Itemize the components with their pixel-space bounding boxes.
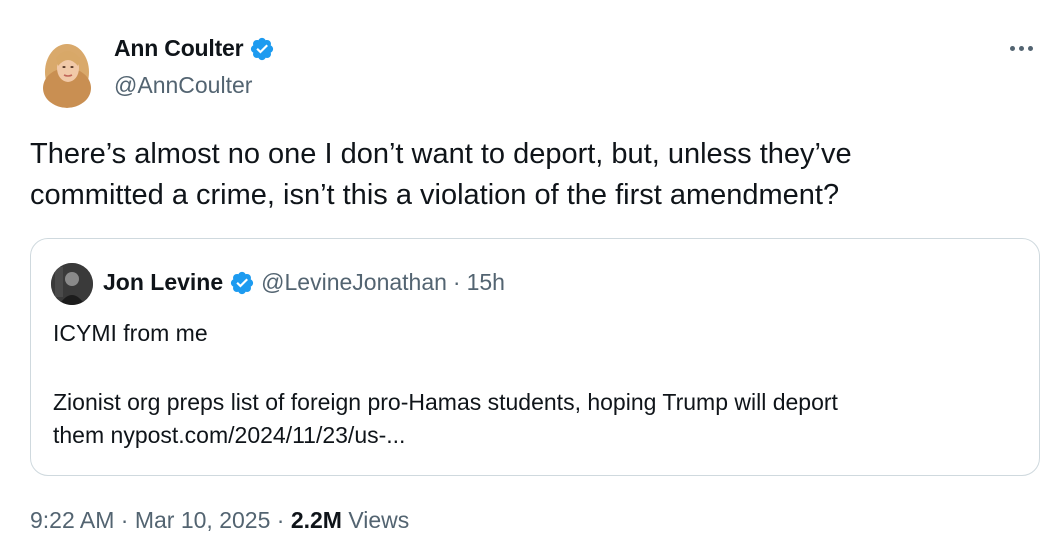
tweet: Ann Coulter @AnnCoulter There’s almost n…	[0, 0, 1064, 556]
views-count[interactable]: 2.2M	[291, 507, 342, 533]
separator-dot: ·	[120, 507, 129, 533]
quoted-text-prefix: them	[53, 422, 105, 448]
tweet-text-line-1: There’s almost no one I don’t want to de…	[30, 138, 852, 170]
tweet-meta: 9:22 AM · Mar 10, 2025 · 2.2M Views	[30, 507, 409, 534]
quoted-tweet-time[interactable]: 15h	[467, 269, 505, 296]
views-label: Views	[348, 507, 410, 533]
author-name-row[interactable]: Ann Coulter	[114, 35, 275, 62]
quoted-text-line-3: them nypost.com/2024/11/23/us-...	[53, 419, 1013, 452]
verified-badge-icon	[251, 37, 274, 60]
quoted-tweet-text: ICYMI from me Zionist org preps list of …	[53, 317, 1013, 452]
quoted-author-name[interactable]: Jon Levine	[103, 269, 223, 296]
separator-dot: ·	[276, 507, 285, 533]
separator-dot: ·	[452, 269, 461, 295]
quoted-text-line-1: ICYMI from me	[53, 320, 208, 346]
quoted-tweet-header: Jon Levine @LevineJonathan · 15h	[103, 269, 505, 296]
tweet-text-line-2: committed a crime, isn’t this a violatio…	[30, 179, 840, 211]
tweet-date[interactable]: Mar 10, 2025	[135, 507, 271, 533]
tweet-text: There’s almost no one I don’t want to de…	[30, 134, 1030, 216]
quoted-author-handle[interactable]: @LevineJonathan	[261, 269, 447, 296]
quoted-author-avatar[interactable]	[51, 263, 93, 305]
quoted-text-line-2: Zionist org preps list of foreign pro-Ha…	[53, 389, 838, 415]
author-name[interactable]: Ann Coulter	[114, 35, 244, 62]
verified-badge-icon	[231, 271, 254, 294]
author-avatar[interactable]	[36, 36, 98, 108]
more-options-icon[interactable]	[1004, 36, 1038, 60]
author-handle[interactable]: @AnnCoulter	[114, 72, 252, 99]
quoted-tweet-card[interactable]: Jon Levine @LevineJonathan · 15h ICYMI f…	[30, 238, 1040, 476]
tweet-time[interactable]: 9:22 AM	[30, 507, 114, 533]
quoted-link[interactable]: nypost.com/2024/11/23/us-...	[111, 422, 406, 448]
